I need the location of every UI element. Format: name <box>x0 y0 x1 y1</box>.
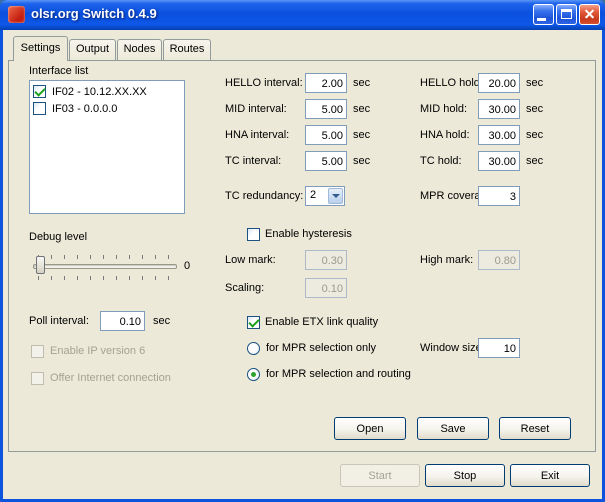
reset-button[interactable]: Reset <box>499 417 571 440</box>
hna-interval-label: HNA interval: <box>225 125 289 145</box>
interface-item-label: IF02 - 10.12.XX.XX <box>52 86 147 98</box>
window-size-label: Window size: <box>420 338 485 358</box>
internet-checkbox <box>31 372 44 385</box>
hello-interval-input[interactable] <box>305 73 347 93</box>
tab-routes[interactable]: Routes <box>163 39 211 60</box>
etx-checkbox[interactable] <box>247 316 260 329</box>
poll-interval-label: Poll interval: <box>29 311 89 331</box>
tab-settings[interactable]: Settings <box>13 36 68 61</box>
interface-item-label: IF03 - 0.0.0.0 <box>52 103 117 115</box>
hello-hold-label: HELLO hold: <box>420 73 483 93</box>
check-icon <box>34 85 45 96</box>
tab-nodes[interactable]: Nodes <box>117 39 162 60</box>
mpr-routing-label: for MPR selection and routing <box>266 364 411 384</box>
interface-checkbox[interactable] <box>33 102 46 115</box>
start-button: Start <box>340 464 420 487</box>
tc-hold-label: TC hold: <box>420 151 462 171</box>
poll-interval-input[interactable] <box>100 311 145 331</box>
hello-interval-unit: sec <box>353 73 370 93</box>
mid-interval-input[interactable] <box>305 99 347 119</box>
ipv6-checkbox <box>31 345 44 358</box>
stop-button[interactable]: Stop <box>425 464 505 487</box>
tc-interval-label: TC interval: <box>225 151 281 171</box>
debug-level-label: Debug level <box>29 230 87 244</box>
low-mark-input <box>305 250 347 270</box>
tab-output[interactable]: Output <box>69 39 116 60</box>
hello-hold-input[interactable] <box>478 73 520 93</box>
hna-interval-input[interactable] <box>305 125 347 145</box>
tc-redundancy-label: TC redundancy: <box>225 186 303 206</box>
radio-dot-icon <box>251 372 256 377</box>
slider-ticks-bottom <box>38 276 169 280</box>
internet-label: Offer Internet connection <box>50 368 171 388</box>
mpr-only-radio[interactable] <box>247 342 260 355</box>
open-button[interactable]: Open <box>334 417 406 440</box>
scaling-input <box>305 278 347 298</box>
tc-interval-unit: sec <box>353 151 370 171</box>
minimize-icon <box>537 18 546 21</box>
check-icon <box>248 316 259 327</box>
mpr-routing-radio[interactable] <box>247 368 260 381</box>
dialog-body: Settings Output Nodes Routes Interface l… <box>3 30 602 499</box>
mid-hold-label: MID hold: <box>420 99 467 119</box>
poll-interval-unit: sec <box>153 311 170 331</box>
low-mark-label: Low mark: <box>225 250 276 270</box>
hello-hold-unit: sec <box>526 73 543 93</box>
maximize-button[interactable] <box>556 4 577 25</box>
hna-hold-input[interactable] <box>478 125 520 145</box>
hysteresis-checkbox[interactable] <box>247 228 260 241</box>
save-button[interactable]: Save <box>417 417 489 440</box>
high-mark-input <box>478 250 520 270</box>
tc-redundancy-select[interactable]: 2 <box>305 186 345 206</box>
scaling-label: Scaling: <box>225 278 264 298</box>
app-icon <box>8 6 25 23</box>
minimize-button[interactable] <box>533 4 554 25</box>
debug-level-value: 0 <box>184 259 190 273</box>
mid-interval-label: MID interval: <box>225 99 287 119</box>
tc-redundancy-value: 2 <box>310 189 316 201</box>
mid-interval-unit: sec <box>353 99 370 119</box>
mpr-only-label: for MPR selection only <box>266 338 376 358</box>
slider-ticks-top <box>38 255 169 259</box>
ipv6-label: Enable IP version 6 <box>50 341 145 361</box>
titlebar[interactable]: olsr.org Switch 0.4.9 <box>0 0 605 30</box>
maximize-icon <box>561 9 572 19</box>
tc-hold-unit: sec <box>526 151 543 171</box>
interface-checkbox[interactable] <box>33 85 46 98</box>
hna-hold-label: HNA hold: <box>420 125 470 145</box>
interface-listbox[interactable]: IF02 - 10.12.XX.XX IF03 - 0.0.0.0 <box>29 80 185 214</box>
interface-list-item[interactable]: IF02 - 10.12.XX.XX <box>30 83 184 100</box>
window-size-input[interactable] <box>478 338 520 358</box>
interface-list-item[interactable]: IF03 - 0.0.0.0 <box>30 100 184 117</box>
combo-dropdown-button[interactable] <box>328 188 343 204</box>
interface-list-label: Interface list <box>29 64 88 78</box>
hello-interval-label: HELLO interval: <box>225 73 303 93</box>
tc-hold-input[interactable] <box>478 151 520 171</box>
exit-button[interactable]: Exit <box>510 464 590 487</box>
close-button[interactable] <box>579 4 600 25</box>
hna-interval-unit: sec <box>353 125 370 145</box>
window-title: olsr.org Switch 0.4.9 <box>31 6 157 21</box>
etx-label: Enable ETX link quality <box>265 312 378 332</box>
mpr-coverage-input[interactable] <box>478 186 520 206</box>
app-window: olsr.org Switch 0.4.9 Settings Output No… <box>0 0 605 502</box>
hysteresis-label: Enable hysteresis <box>265 224 352 244</box>
high-mark-label: High mark: <box>420 250 473 270</box>
hna-hold-unit: sec <box>526 125 543 145</box>
chevron-down-icon <box>332 194 340 198</box>
titlebar-buttons <box>533 4 600 25</box>
mid-hold-input[interactable] <box>478 99 520 119</box>
debug-level-slider-thumb[interactable] <box>36 256 45 274</box>
debug-level-slider-track[interactable] <box>33 264 177 269</box>
mid-hold-unit: sec <box>526 99 543 119</box>
tc-interval-input[interactable] <box>305 151 347 171</box>
